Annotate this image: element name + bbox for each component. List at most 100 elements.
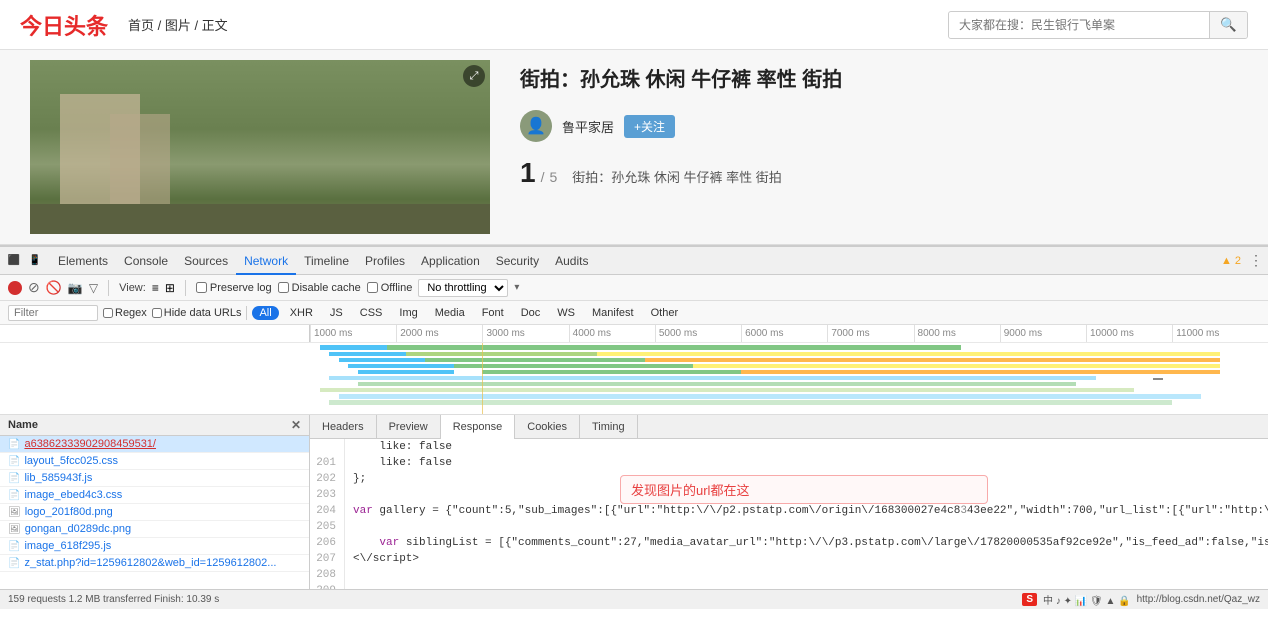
filter-manifest-btn[interactable]: Manifest <box>586 306 640 320</box>
file-name: z_stat.php?id=1259612802&web_id=12596128… <box>24 557 276 569</box>
close-list-icon[interactable]: ✕ <box>291 418 301 432</box>
tab-console[interactable]: Console <box>116 247 176 275</box>
follow-button[interactable]: +关注 <box>624 115 675 138</box>
devtools-inspect-icon[interactable]: ⬛ <box>7 254 21 268</box>
filter-icon[interactable]: ▽ <box>89 281 98 295</box>
clear-icon[interactable]: 🚫 <box>46 280 62 296</box>
preserve-log-label[interactable]: Preserve log <box>196 282 272 294</box>
filter-all-btn[interactable]: All <box>252 306 278 320</box>
tab-audits[interactable]: Audits <box>547 247 596 275</box>
author-name: 鲁平家居 <box>562 117 614 136</box>
filter-media-btn[interactable]: Media <box>429 306 471 320</box>
offline-label[interactable]: Offline <box>367 282 413 294</box>
file-row[interactable]: 📄 layout_5fcc025.css <box>0 453 309 470</box>
counter-slash: / <box>541 169 545 185</box>
throttle-arrow-icon: ▾ <box>514 282 519 293</box>
filter-bar: Regex Hide data URLs All XHR JS CSS Img … <box>0 301 1268 325</box>
filter-separator <box>246 306 247 320</box>
timeline-waterfall: 1000 ms 2000 ms 3000 ms 4000 ms 5000 ms … <box>0 325 1268 415</box>
site-logo[interactable]: 今日头条 <box>20 9 108 41</box>
file-row[interactable]: 🖼 logo_201f80d.png <box>0 504 309 521</box>
throttle-select[interactable]: No throttling Fast 3G Slow 3G Offline <box>418 279 508 297</box>
devtools-right-icons: ▲ 2 ⋮ <box>1221 252 1263 269</box>
toolbar-separator-1 <box>108 280 109 296</box>
tab-profiles[interactable]: Profiles <box>357 247 413 275</box>
tab-security[interactable]: Security <box>488 247 547 275</box>
camera-icon[interactable]: 📷 <box>68 281 83 295</box>
code-line: like: false <box>310 439 1268 455</box>
disable-cache-checkbox[interactable] <box>278 282 289 293</box>
filter-other-btn[interactable]: Other <box>645 306 685 320</box>
filter-css-btn[interactable]: CSS <box>354 306 389 320</box>
counter-desc: 街拍：孙允珠 休闲 牛仔裤 率性 街拍 <box>572 167 781 186</box>
stop-icon[interactable]: ⊘ <box>28 279 40 296</box>
file-row[interactable]: 📄 image_618f295.js <box>0 538 309 555</box>
tick-9000: 9000 ms <box>1000 325 1042 342</box>
preserve-log-checkbox[interactable] <box>196 282 207 293</box>
disable-cache-label[interactable]: Disable cache <box>278 282 361 294</box>
file-row[interactable]: 📄 lib_585943f.js <box>0 470 309 487</box>
record-icon[interactable] <box>8 281 22 295</box>
warning-badge[interactable]: ▲ 2 <box>1221 255 1241 267</box>
tab-timeline[interactable]: Timeline <box>296 247 357 275</box>
status-icons: 中 ♪ ✦ 📊 🛡 ▲ 🔒 <box>1043 592 1131 607</box>
code-line: 205 <box>310 519 1268 535</box>
filter-input[interactable] <box>8 305 98 321</box>
devtools: ⬛ 📱 Elements Console Sources Network Tim… <box>0 245 1268 609</box>
hide-data-checkbox[interactable] <box>152 308 162 318</box>
hide-data-label[interactable]: Hide data URLs <box>152 307 242 319</box>
search-input[interactable] <box>949 13 1209 37</box>
tick-11000: 11000 ms <box>1172 325 1219 342</box>
code-line: 201 like: false <box>310 455 1268 471</box>
regex-checkbox[interactable] <box>103 308 113 318</box>
filter-doc-btn[interactable]: Doc <box>515 306 547 320</box>
filter-xhr-btn[interactable]: XHR <box>284 306 319 320</box>
tab-elements[interactable]: Elements <box>50 247 116 275</box>
filter-ws-btn[interactable]: WS <box>551 306 581 320</box>
tick-1000: 1000 ms <box>310 325 352 342</box>
file-row[interactable]: 📄 z_stat.php?id=1259612802&web_id=125961… <box>0 555 309 572</box>
right-status: S 中 ♪ ✦ 📊 🛡 ▲ 🔒 http://blog.csdn.net/Qaz… <box>1022 592 1260 607</box>
filter-font-btn[interactable]: Font <box>476 306 510 320</box>
filter-img-btn[interactable]: Img <box>393 306 423 320</box>
search-button[interactable]: 🔍 <box>1209 12 1247 38</box>
file-name: gongan_d0289dc.png <box>25 523 131 535</box>
tab-timing[interactable]: Timing <box>580 415 638 439</box>
file-name: image_ebed4c3.css <box>24 489 122 501</box>
tick-10000: 10000 ms <box>1086 325 1134 342</box>
code-line-204: 204 var gallery = {"count":5,"sub_images… <box>310 503 1268 519</box>
tick-8000: 8000 ms <box>914 325 956 342</box>
file-icon: 📄 <box>8 456 20 467</box>
file-row[interactable]: 📄 image_ebed4c3.css <box>0 487 309 504</box>
author-row: 👤 鲁平家居 +关注 <box>520 110 1248 142</box>
article-counter: 1 / 5 街拍：孙允珠 休闲 牛仔裤 率性 街拍 <box>520 157 1248 189</box>
offline-checkbox[interactable] <box>367 282 378 293</box>
file-row[interactable]: 📄 a63862333902908459531/ <box>0 436 309 453</box>
author-avatar: 👤 <box>520 110 552 142</box>
image-expand-icon[interactable]: ⤢ <box>463 65 485 87</box>
devtools-device-icon[interactable]: 📱 <box>28 254 42 268</box>
tab-preview[interactable]: Preview <box>377 415 441 439</box>
tab-response[interactable]: Response <box>441 415 516 439</box>
view-list-icon[interactable]: ≡ <box>152 281 159 295</box>
name-column-header: Name <box>8 419 38 431</box>
tab-headers[interactable]: Headers <box>310 415 377 439</box>
tab-cookies[interactable]: Cookies <box>515 415 580 439</box>
tab-sources[interactable]: Sources <box>176 247 236 275</box>
tab-application[interactable]: Application <box>413 247 488 275</box>
article-info: 街拍：孙允珠 休闲 牛仔裤 率性 街拍 👤 鲁平家居 +关注 1 / 5 街拍：… <box>500 50 1268 244</box>
file-icon: 📄 <box>8 490 20 501</box>
tab-network[interactable]: Network <box>236 247 296 275</box>
code-line: 209 <box>310 583 1268 589</box>
breadcrumb: 首页 / 图片 / 正文 <box>128 15 228 34</box>
filter-js-btn[interactable]: JS <box>324 306 349 320</box>
code-body: like: false 201 like: false 202 }; 203 2… <box>310 439 1268 589</box>
more-icon[interactable]: ⋮ <box>1249 252 1263 269</box>
regex-label[interactable]: Regex <box>103 307 147 319</box>
file-name: lib_585943f.js <box>24 472 92 484</box>
file-name: layout_5fcc025.css <box>24 455 118 467</box>
tick-4000: 4000 ms <box>569 325 611 342</box>
view-grid-icon[interactable]: ⊞ <box>165 281 175 295</box>
tick-5000: 5000 ms <box>655 325 697 342</box>
file-row[interactable]: 🖼 gongan_d0289dc.png <box>0 521 309 538</box>
